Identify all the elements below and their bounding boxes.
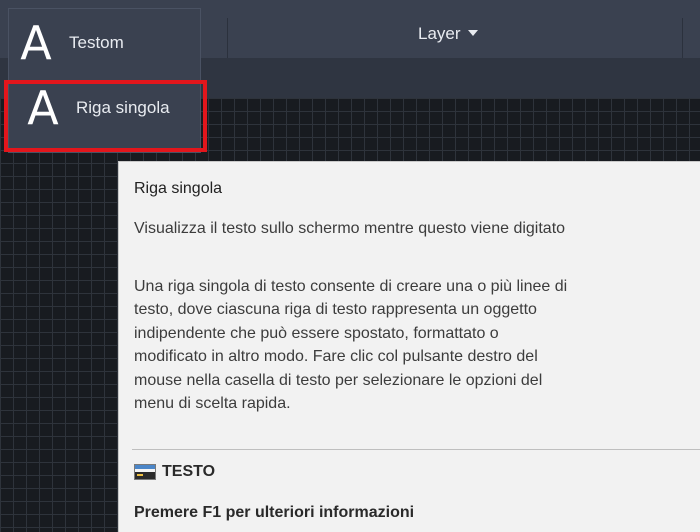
panel-separator [227, 18, 228, 58]
tooltip-description: Una riga singola di testo consente di cr… [134, 275, 694, 415]
tooltip-help-hint: Premere F1 per ulteriori informazioni [134, 504, 415, 521]
layer-label: Layer [418, 24, 461, 43]
caret-down-icon [467, 29, 478, 36]
command-name: TESTO [162, 463, 216, 480]
tooltip-title: Riga singola [134, 180, 223, 197]
tooltip-subtitle: Visualizza il testo sullo schermo mentre… [134, 220, 566, 237]
layer-panel-dropdown[interactable]: Layer [418, 22, 478, 46]
highlight-frame [4, 80, 207, 152]
menu-item-label: Testom [69, 33, 124, 52]
panel-separator [682, 18, 683, 58]
tooltip-divider [132, 449, 700, 450]
description-line: mouse nella casella di testo per selezio… [134, 371, 543, 389]
description-line: modificato in altro modo. Fare clic col … [134, 348, 538, 366]
description-line: indipendente che può essere spostato, fo… [134, 324, 499, 342]
menu-item-testom[interactable]: A Testom [9, 13, 200, 75]
description-line: Una riga singola di testo consente di cr… [134, 278, 568, 295]
description-line: testo, dove ciascuna riga di testo rappr… [134, 301, 537, 319]
text-a-icon: A [20, 16, 52, 70]
command-window-icon [134, 464, 156, 480]
tooltip-panel: Riga singola Visualizza il testo sullo s… [118, 161, 700, 532]
description-line: menu di scelta rapida. [134, 395, 291, 413]
